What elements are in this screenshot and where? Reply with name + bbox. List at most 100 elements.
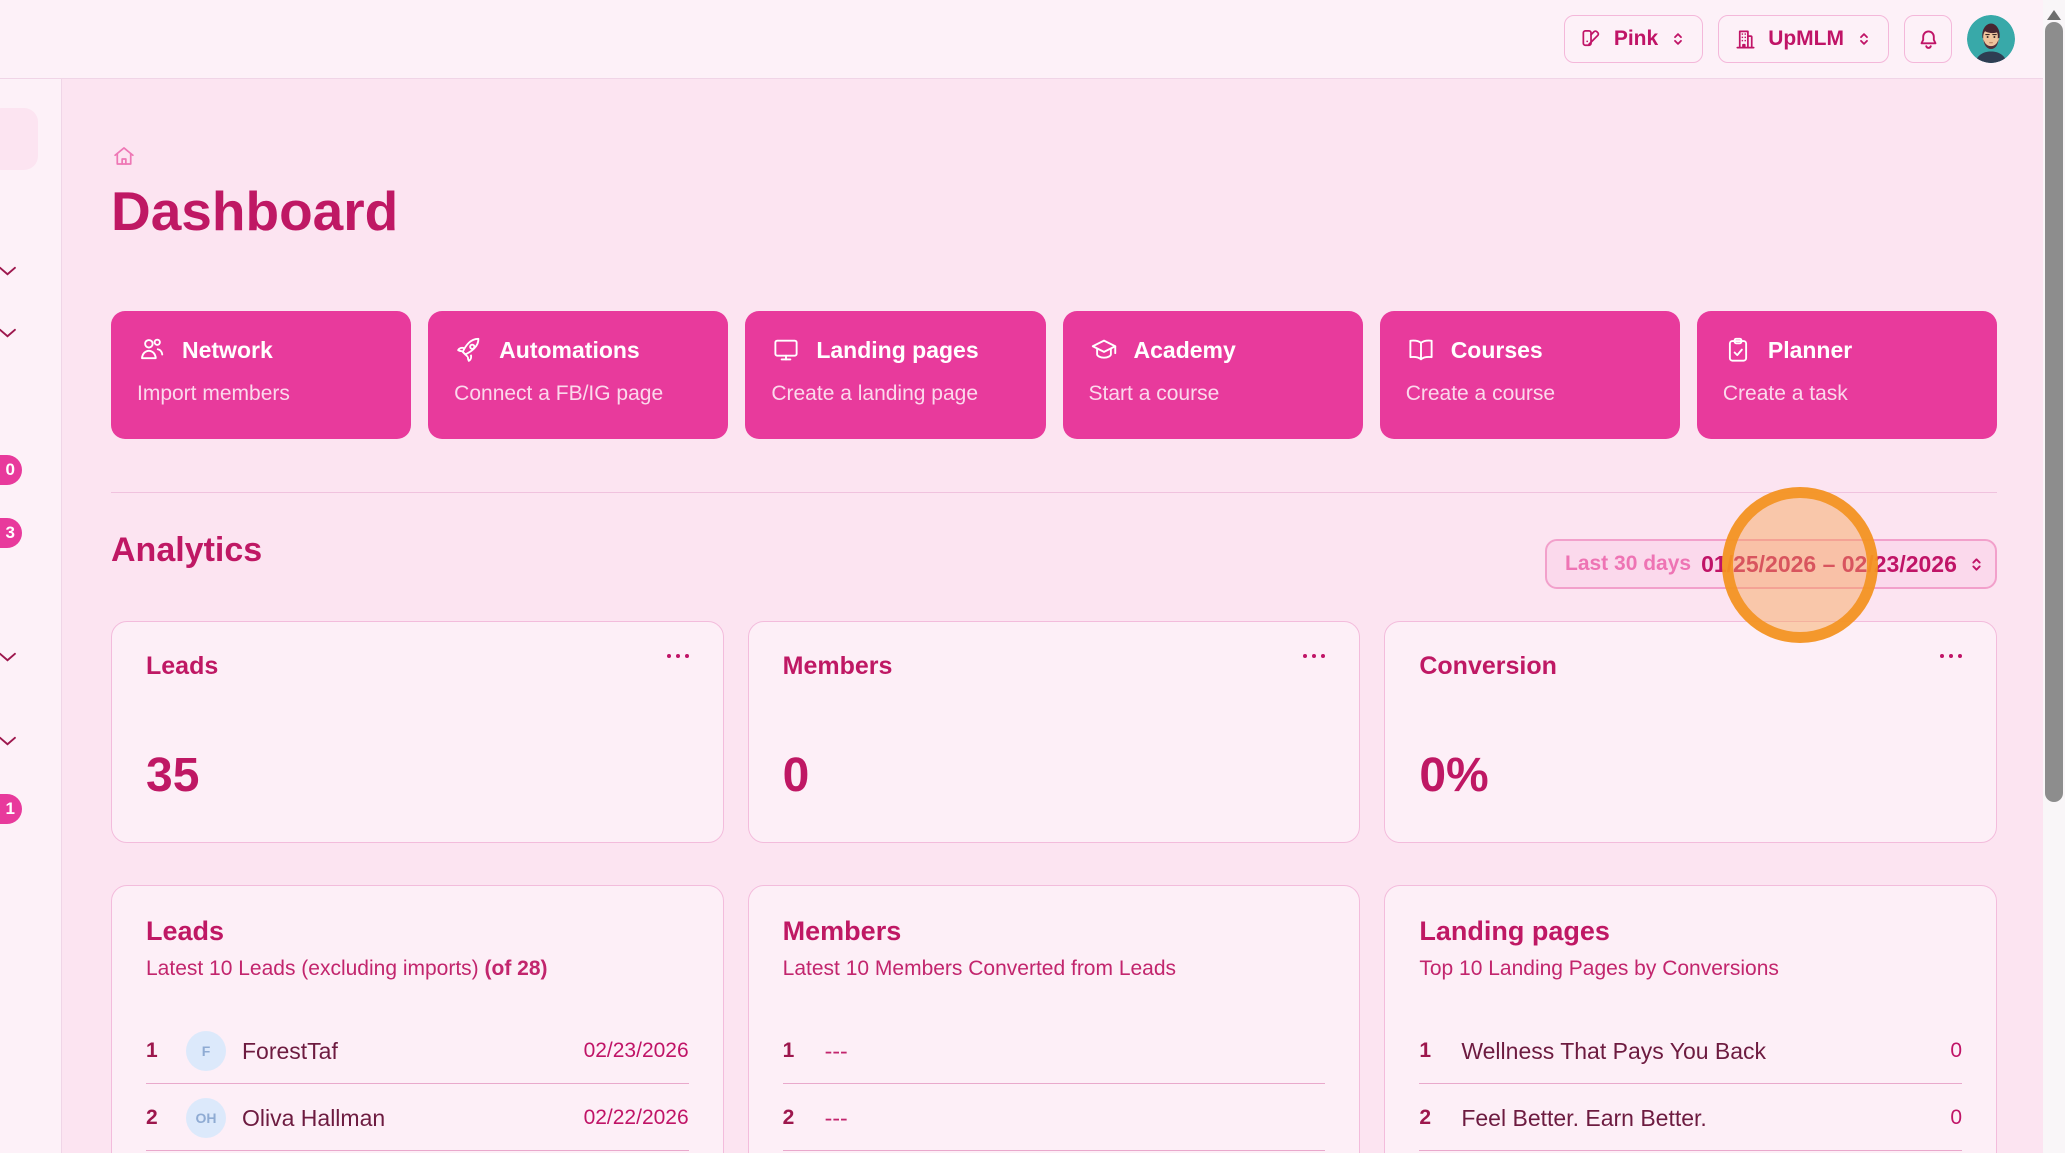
lead-date: 02/23/2026	[584, 1039, 689, 1063]
quick-card-title: Network	[182, 337, 273, 364]
quick-card-subtitle: Create a landing page	[771, 382, 1019, 406]
date-range-select[interactable]: Last 30 days 01/25/2026 – 02/23/2026	[1545, 539, 1997, 589]
stat-card-value: 0%	[1419, 748, 1488, 803]
sidebar-count-badge[interactable]: 3	[0, 518, 22, 548]
monitor-icon	[771, 335, 801, 365]
row-number: 1	[1419, 1039, 1445, 1063]
stat-card-conversion: Conversion 0%	[1384, 621, 1997, 843]
chevron-updown-icon	[1855, 30, 1873, 48]
quick-card-subtitle: Start a course	[1089, 382, 1337, 406]
quick-actions: Network Import members Automations Conne…	[111, 311, 1997, 439]
stat-card-members: Members 0	[748, 621, 1361, 843]
organization-select-label: UpMLM	[1768, 27, 1844, 51]
quick-card-subtitle: Connect a FB/IG page	[454, 382, 702, 406]
theme-select-label: Pink	[1614, 27, 1658, 51]
chevron-updown-icon	[1967, 555, 1986, 574]
notifications-button[interactable]	[1904, 15, 1952, 63]
user-avatar[interactable]	[1967, 15, 2015, 63]
table-row[interactable]: 2 ---	[783, 1092, 1326, 1144]
quick-card-title: Planner	[1768, 337, 1852, 364]
home-breadcrumb[interactable]	[111, 143, 137, 169]
chevron-down-icon[interactable]	[0, 735, 16, 747]
vertical-scrollbar[interactable]	[2043, 0, 2065, 1153]
table-row[interactable]: 1 ---	[783, 1025, 1326, 1077]
list-card-subtitle: Top 10 Landing Pages by Conversions	[1419, 957, 1962, 981]
sidebar-count-badge[interactable]: 1	[0, 794, 22, 824]
quick-card-subtitle: Create a course	[1406, 382, 1654, 406]
table-row[interactable]: 2 Feel Better. Earn Better. 0	[1419, 1092, 1962, 1144]
row-number: 2	[1419, 1106, 1445, 1130]
date-range-preset: Last 30 days	[1565, 552, 1691, 576]
row-divider	[783, 1150, 1326, 1151]
lead-name: ForestTaf	[242, 1038, 338, 1065]
chevron-down-icon[interactable]	[0, 327, 16, 339]
landing-page-name: Wellness That Pays You Back	[1461, 1038, 1766, 1065]
row-number: 1	[146, 1039, 172, 1063]
more-options-button[interactable]	[1301, 652, 1327, 660]
table-row[interactable]: 1 Wellness That Pays You Back 0	[1419, 1025, 1962, 1077]
more-options-button[interactable]	[1938, 652, 1964, 660]
chevron-down-icon[interactable]	[0, 651, 16, 663]
date-range-value: 01/25/2026 – 02/23/2026	[1701, 551, 1957, 578]
list-card-title: Landing pages	[1419, 916, 1962, 947]
list-card-subtitle: Latest 10 Leads (excluding imports) (of …	[146, 957, 689, 981]
stat-card-title: Members	[783, 652, 1326, 681]
landing-page-rows: 1 Wellness That Pays You Back 0 2 Feel B…	[1419, 1025, 1962, 1151]
quick-card-planner[interactable]: Planner Create a task	[1697, 311, 1997, 439]
conversion-count: 0	[1950, 1039, 1962, 1063]
table-row[interactable]: 1 F ForestTaf 02/23/2026	[146, 1025, 689, 1077]
quick-card-automations[interactable]: Automations Connect a FB/IG page	[428, 311, 728, 439]
quick-card-subtitle: Create a task	[1723, 382, 1971, 406]
subtitle-text: Latest 10 Members Converted from Leads	[783, 957, 1176, 980]
member-name: ---	[825, 1038, 848, 1065]
theme-select[interactable]: Pink	[1564, 15, 1703, 63]
conversion-count: 0	[1950, 1106, 1962, 1130]
quick-card-subtitle: Import members	[137, 382, 385, 406]
academic-cap-icon	[1089, 335, 1119, 365]
row-divider	[146, 1150, 689, 1151]
chevron-down-icon[interactable]	[0, 265, 16, 277]
quick-card-academy[interactable]: Academy Start a course	[1063, 311, 1363, 439]
sidebar-active-item[interactable]	[0, 108, 38, 170]
section-divider	[111, 492, 1997, 493]
main-content: Dashboard Network Import members	[62, 79, 2043, 1153]
chevron-updown-icon	[1669, 30, 1687, 48]
badge-count: 0	[6, 460, 15, 480]
quick-card-landing-pages[interactable]: Landing pages Create a landing page	[745, 311, 1045, 439]
stat-card-title: Conversion	[1419, 652, 1962, 681]
list-card-landing-pages: Landing pages Top 10 Landing Pages by Co…	[1384, 885, 1997, 1153]
users-icon	[137, 335, 167, 365]
scrollbar-thumb[interactable]	[2045, 22, 2063, 802]
list-card-title: Leads	[146, 916, 689, 947]
list-card-members: Members Latest 10 Members Converted from…	[748, 885, 1361, 1153]
row-divider	[146, 1083, 689, 1084]
organization-select[interactable]: UpMLM	[1718, 15, 1889, 63]
lead-name: Oliva Hallman	[242, 1105, 385, 1132]
lead-date: 02/22/2026	[584, 1106, 689, 1130]
quick-card-title: Automations	[499, 337, 640, 364]
analytics-title: Analytics	[111, 531, 262, 570]
book-open-icon	[1406, 335, 1436, 365]
quick-card-courses[interactable]: Courses Create a course	[1380, 311, 1680, 439]
sidebar-count-badge[interactable]: 0	[0, 455, 22, 485]
more-options-button[interactable]	[665, 652, 691, 660]
scrollbar-up-arrow-icon[interactable]	[2047, 3, 2061, 20]
list-card-subtitle: Latest 10 Members Converted from Leads	[783, 957, 1326, 981]
avatar: OH	[186, 1098, 226, 1138]
list-cards: Leads Latest 10 Leads (excluding imports…	[111, 885, 1997, 1153]
page-title: Dashboard	[111, 179, 398, 243]
row-divider	[1419, 1150, 1962, 1151]
row-number: 2	[146, 1106, 172, 1130]
row-divider	[1419, 1083, 1962, 1084]
table-row[interactable]: 2 OH Oliva Hallman 02/22/2026	[146, 1092, 689, 1144]
lead-rows: 1 F ForestTaf 02/23/2026 2 OH Oliva Hall…	[146, 1025, 689, 1151]
clipboard-check-icon	[1723, 335, 1753, 365]
stat-cards: Leads 35 Members 0 Conversion 0%	[111, 621, 1997, 843]
quick-card-title: Landing pages	[816, 337, 978, 364]
list-card-leads: Leads Latest 10 Leads (excluding imports…	[111, 885, 724, 1153]
landing-page-name: Feel Better. Earn Better.	[1461, 1105, 1706, 1132]
member-name: ---	[825, 1105, 848, 1132]
avatar: F	[186, 1031, 226, 1071]
quick-card-network[interactable]: Network Import members	[111, 311, 411, 439]
row-number: 1	[783, 1039, 809, 1063]
